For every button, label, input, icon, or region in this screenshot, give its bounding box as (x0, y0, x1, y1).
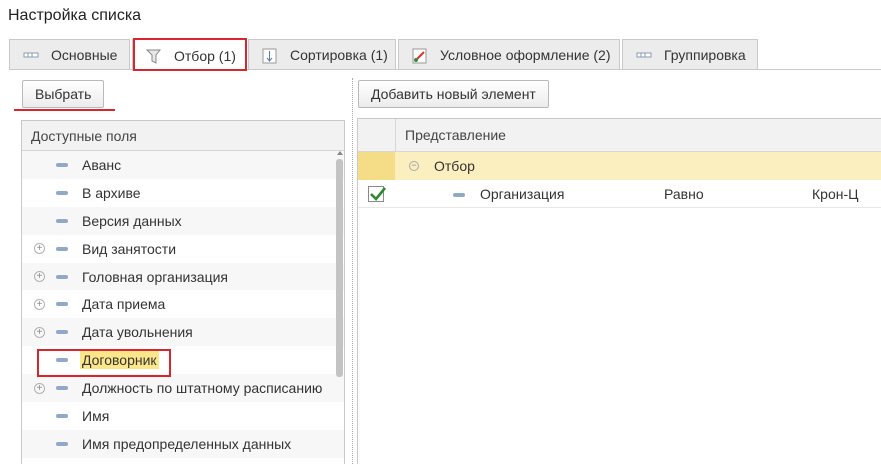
select-button[interactable]: Выбрать (22, 80, 105, 108)
field-icon (56, 413, 68, 418)
field-icon (56, 246, 68, 251)
available-fields-list: Аванс В архиве Версия данных + Вид занят… (22, 151, 344, 458)
field-label: Аванс (82, 156, 122, 173)
condition-value[interactable]: Крон-Ц (812, 186, 858, 202)
column-header-representation: Представление (405, 127, 506, 143)
field-icon (56, 190, 68, 195)
field-label: Дата увольнения (82, 324, 193, 341)
tab-sort[interactable]: Сортировка (1) (248, 39, 396, 70)
condition-checkbox[interactable] (368, 186, 387, 202)
tab-bar: Основные Отбор (1) Сортировка (1) Условн… (9, 39, 760, 71)
add-new-element-button[interactable]: Добавить новый элемент (358, 80, 549, 108)
field-label: Дата приема (82, 296, 166, 313)
tab-label: Сортировка (1) (290, 47, 388, 63)
field-icon (453, 193, 465, 197)
filter-table-header: Представление (358, 119, 881, 152)
field-icon (56, 274, 68, 279)
tab-conditional-format[interactable]: Условное оформление (2) (398, 39, 620, 70)
field-item-employment-type[interactable]: + Вид занятости (22, 235, 344, 263)
tab-main[interactable]: Основные (9, 39, 130, 70)
field-item-predefined-name[interactable]: Имя предопределенных данных (22, 429, 344, 458)
field-label: Версия данных (82, 212, 182, 229)
scroll-up-arrow-icon[interactable] (337, 151, 343, 155)
expand-plus-icon[interactable]: + (34, 298, 45, 310)
tab-grouping[interactable]: Группировка (622, 39, 758, 70)
tab-highlight-frame (133, 38, 247, 71)
field-icon (56, 218, 68, 223)
field-label: В архиве (82, 184, 141, 201)
select-button-underline (14, 109, 115, 111)
expand-plus-icon[interactable]: + (34, 382, 45, 394)
field-item-archive[interactable]: В архиве (22, 179, 344, 207)
header-separator (395, 119, 396, 151)
tab-label: Основные (51, 47, 118, 63)
filter-table: Представление − Отбор Организация Равно … (357, 118, 881, 464)
tab-label: Условное оформление (2) (440, 47, 611, 63)
expand-plus-icon[interactable]: + (34, 243, 45, 255)
field-item-staff-position[interactable]: + Должность по штатному расписанию (22, 374, 344, 403)
expand-plus-icon[interactable]: + (34, 271, 45, 282)
field-item-hire-date[interactable]: + Дата приема (22, 290, 344, 318)
field-icon (56, 386, 68, 391)
available-fields-header: Доступные поля (22, 121, 344, 151)
field-label: Имя (82, 407, 110, 424)
field-highlight-frame (37, 349, 171, 377)
field-icon (56, 441, 68, 446)
conditional-format-icon (411, 47, 429, 64)
field-item-data-version[interactable]: Версия данных (22, 206, 344, 235)
tab-label: Группировка (664, 47, 746, 63)
field-item-name[interactable]: Имя (22, 402, 344, 430)
available-fields-panel: Доступные поля Аванс В архиве Версия дан… (21, 120, 345, 464)
field-label: Головная организация (82, 268, 228, 285)
field-icon (56, 330, 68, 335)
field-item-dismissal-date[interactable]: + Дата увольнения (22, 318, 344, 347)
field-item-avans[interactable]: Аванс (22, 151, 344, 179)
condition-field: Организация (480, 186, 565, 202)
field-label: Должность по штатному расписанию (82, 380, 323, 397)
field-item-head-organization[interactable]: + Головная организация (22, 262, 344, 291)
field-icon (56, 302, 68, 307)
grouping-icon (635, 47, 653, 63)
collapse-minus-icon[interactable]: − (409, 161, 419, 171)
fields-scrollbar[interactable] (336, 151, 343, 464)
field-icon (56, 162, 68, 167)
field-label: Вид занятости (82, 240, 177, 257)
window-title: Настройка списка (8, 7, 142, 24)
group-check-cell (358, 152, 395, 180)
sort-icon (261, 47, 279, 64)
fields-icon (22, 47, 40, 63)
filter-group-row[interactable]: − Отбор (358, 152, 881, 180)
checkmark-icon (370, 187, 387, 201)
panel-divider[interactable] (352, 78, 353, 464)
expand-plus-icon[interactable]: + (34, 326, 45, 338)
filter-group-label: Отбор (434, 158, 475, 174)
condition-comparison[interactable]: Равно (664, 186, 704, 202)
scroll-thumb[interactable] (336, 159, 343, 377)
field-label: Имя предопределенных данных (82, 435, 292, 452)
filter-condition-row[interactable]: Организация Равно Крон-Ц (358, 180, 881, 208)
